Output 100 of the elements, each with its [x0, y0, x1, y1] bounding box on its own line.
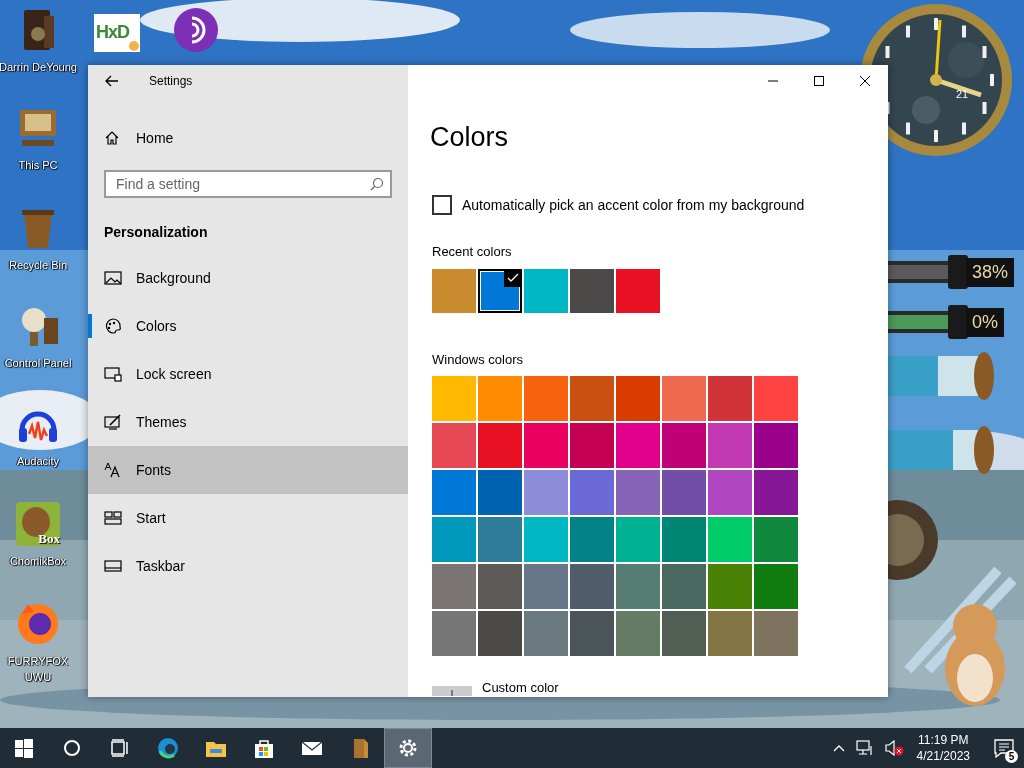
- window-title: Settings: [149, 74, 193, 88]
- color-swatch[interactable]: [478, 564, 522, 609]
- checkmark-icon: [504, 269, 522, 287]
- close-icon[interactable]: [860, 76, 870, 86]
- color-swatch[interactable]: [524, 376, 568, 421]
- color-swatch[interactable]: [708, 470, 752, 515]
- color-swatch[interactable]: [478, 517, 522, 562]
- palette-icon: [104, 317, 122, 335]
- color-swatch[interactable]: [478, 611, 522, 656]
- section-heading: Personalization: [104, 223, 209, 242]
- home-item[interactable]: Home: [88, 114, 408, 162]
- color-swatch[interactable]: [432, 611, 476, 656]
- color-swatch[interactable]: [432, 470, 476, 515]
- animal-icon[interactable]: [14, 500, 62, 548]
- color-swatch[interactable]: [616, 517, 660, 562]
- color-swatch[interactable]: [570, 517, 614, 562]
- nav-item[interactable]: Fonts: [88, 446, 408, 494]
- color-swatch[interactable]: [524, 564, 568, 609]
- color-swatch[interactable]: [524, 517, 568, 562]
- color-swatch[interactable]: [616, 269, 660, 313]
- color-swatch[interactable]: [662, 564, 706, 609]
- taskbar-icon: [104, 557, 122, 575]
- color-swatch[interactable]: [524, 611, 568, 656]
- desktop-icon-label[interactable]: This PC: [18, 157, 58, 173]
- color-swatch[interactable]: [662, 376, 706, 421]
- custom-color-link[interactable]: Custom color: [482, 680, 559, 695]
- network-icon[interactable]: [855, 740, 874, 756]
- letters-icon: [104, 461, 122, 479]
- color-swatch[interactable]: [478, 376, 522, 421]
- color-swatch[interactable]: [570, 423, 614, 468]
- nav-item[interactable]: Taskbar: [88, 542, 408, 590]
- page-title: Colors: [430, 121, 510, 154]
- browser-icon: [157, 737, 179, 759]
- notifications-icon[interactable]: [993, 738, 1015, 758]
- color-swatch[interactable]: [616, 470, 660, 515]
- color-swatch[interactable]: [662, 611, 706, 656]
- search-icon: [61, 737, 83, 759]
- color-swatch[interactable]: [662, 470, 706, 515]
- color-swatch[interactable]: [570, 564, 614, 609]
- color-swatch[interactable]: [616, 423, 660, 468]
- desktop-icon-label[interactable]: Darrin DeYoung: [0, 59, 77, 75]
- color-swatch[interactable]: [754, 423, 798, 468]
- home-icon: [104, 130, 120, 146]
- checkbox-label: Automatically pick an accent color from my background: [462, 197, 805, 213]
- color-swatch[interactable]: [708, 423, 752, 468]
- nav-item[interactable]: Colors: [88, 302, 408, 350]
- clock-time[interactable]: 11:19 PM: [918, 732, 969, 748]
- color-swatch[interactable]: [432, 517, 476, 562]
- checkbox[interactable]: [432, 195, 452, 215]
- color-swatch[interactable]: [754, 376, 798, 421]
- plus-button[interactable]: [432, 686, 472, 696]
- nav-item[interactable]: Themes: [88, 398, 408, 446]
- color-swatch[interactable]: [662, 423, 706, 468]
- color-swatch[interactable]: [616, 564, 660, 609]
- color-swatch[interactable]: [708, 611, 752, 656]
- color-swatch[interactable]: [616, 611, 660, 656]
- group-label: Recent colors: [432, 243, 513, 261]
- color-swatch[interactable]: [478, 269, 522, 313]
- color-swatch[interactable]: [616, 376, 660, 421]
- monitor-pen-icon: [104, 413, 122, 431]
- nav-item[interactable]: Lock screen: [88, 350, 408, 398]
- group-label: Windows colors: [432, 351, 525, 369]
- color-swatch[interactable]: [478, 470, 522, 515]
- color-swatch[interactable]: [754, 517, 798, 562]
- search-icon[interactable]: [370, 177, 384, 191]
- color-swatch[interactable]: [754, 611, 798, 656]
- nav-item[interactable]: Start: [88, 494, 408, 542]
- gear-icon: [397, 737, 419, 759]
- picture-icon: [104, 269, 122, 287]
- color-swatch[interactable]: [708, 376, 752, 421]
- color-swatch[interactable]: [432, 564, 476, 609]
- color-swatch[interactable]: [524, 470, 568, 515]
- windows-logo-icon: [13, 737, 35, 759]
- task-view-icon: [109, 737, 131, 759]
- color-swatch[interactable]: [754, 564, 798, 609]
- clock-date[interactable]: 4/21/2023: [916, 748, 970, 764]
- color-swatch[interactable]: [570, 611, 614, 656]
- color-swatch[interactable]: [524, 269, 568, 313]
- color-swatch[interactable]: [570, 470, 614, 515]
- back-icon[interactable]: [104, 73, 120, 89]
- tiles-icon: [104, 509, 122, 527]
- color-swatch[interactable]: [708, 564, 752, 609]
- color-swatch[interactable]: [524, 423, 568, 468]
- search-field[interactable]: Find a setting: [104, 170, 392, 198]
- color-swatch[interactable]: [570, 376, 614, 421]
- logo-text: HxD: [96, 22, 129, 43]
- meter-reading: 0%: [966, 307, 1004, 337]
- meter-reading: 38%: [966, 257, 1015, 287]
- color-swatch[interactable]: [478, 423, 522, 468]
- maximize-icon[interactable]: [814, 76, 824, 86]
- color-swatch[interactable]: [570, 269, 614, 313]
- color-swatch[interactable]: [432, 269, 476, 313]
- color-swatch[interactable]: [432, 423, 476, 468]
- speaker-icon[interactable]: [883, 740, 904, 756]
- nav-item[interactable]: Background: [88, 254, 408, 302]
- color-swatch[interactable]: [708, 517, 752, 562]
- color-swatch[interactable]: [754, 470, 798, 515]
- color-swatch[interactable]: [662, 517, 706, 562]
- color-swatch[interactable]: [432, 376, 476, 421]
- notification-badge: 5: [1005, 750, 1018, 763]
